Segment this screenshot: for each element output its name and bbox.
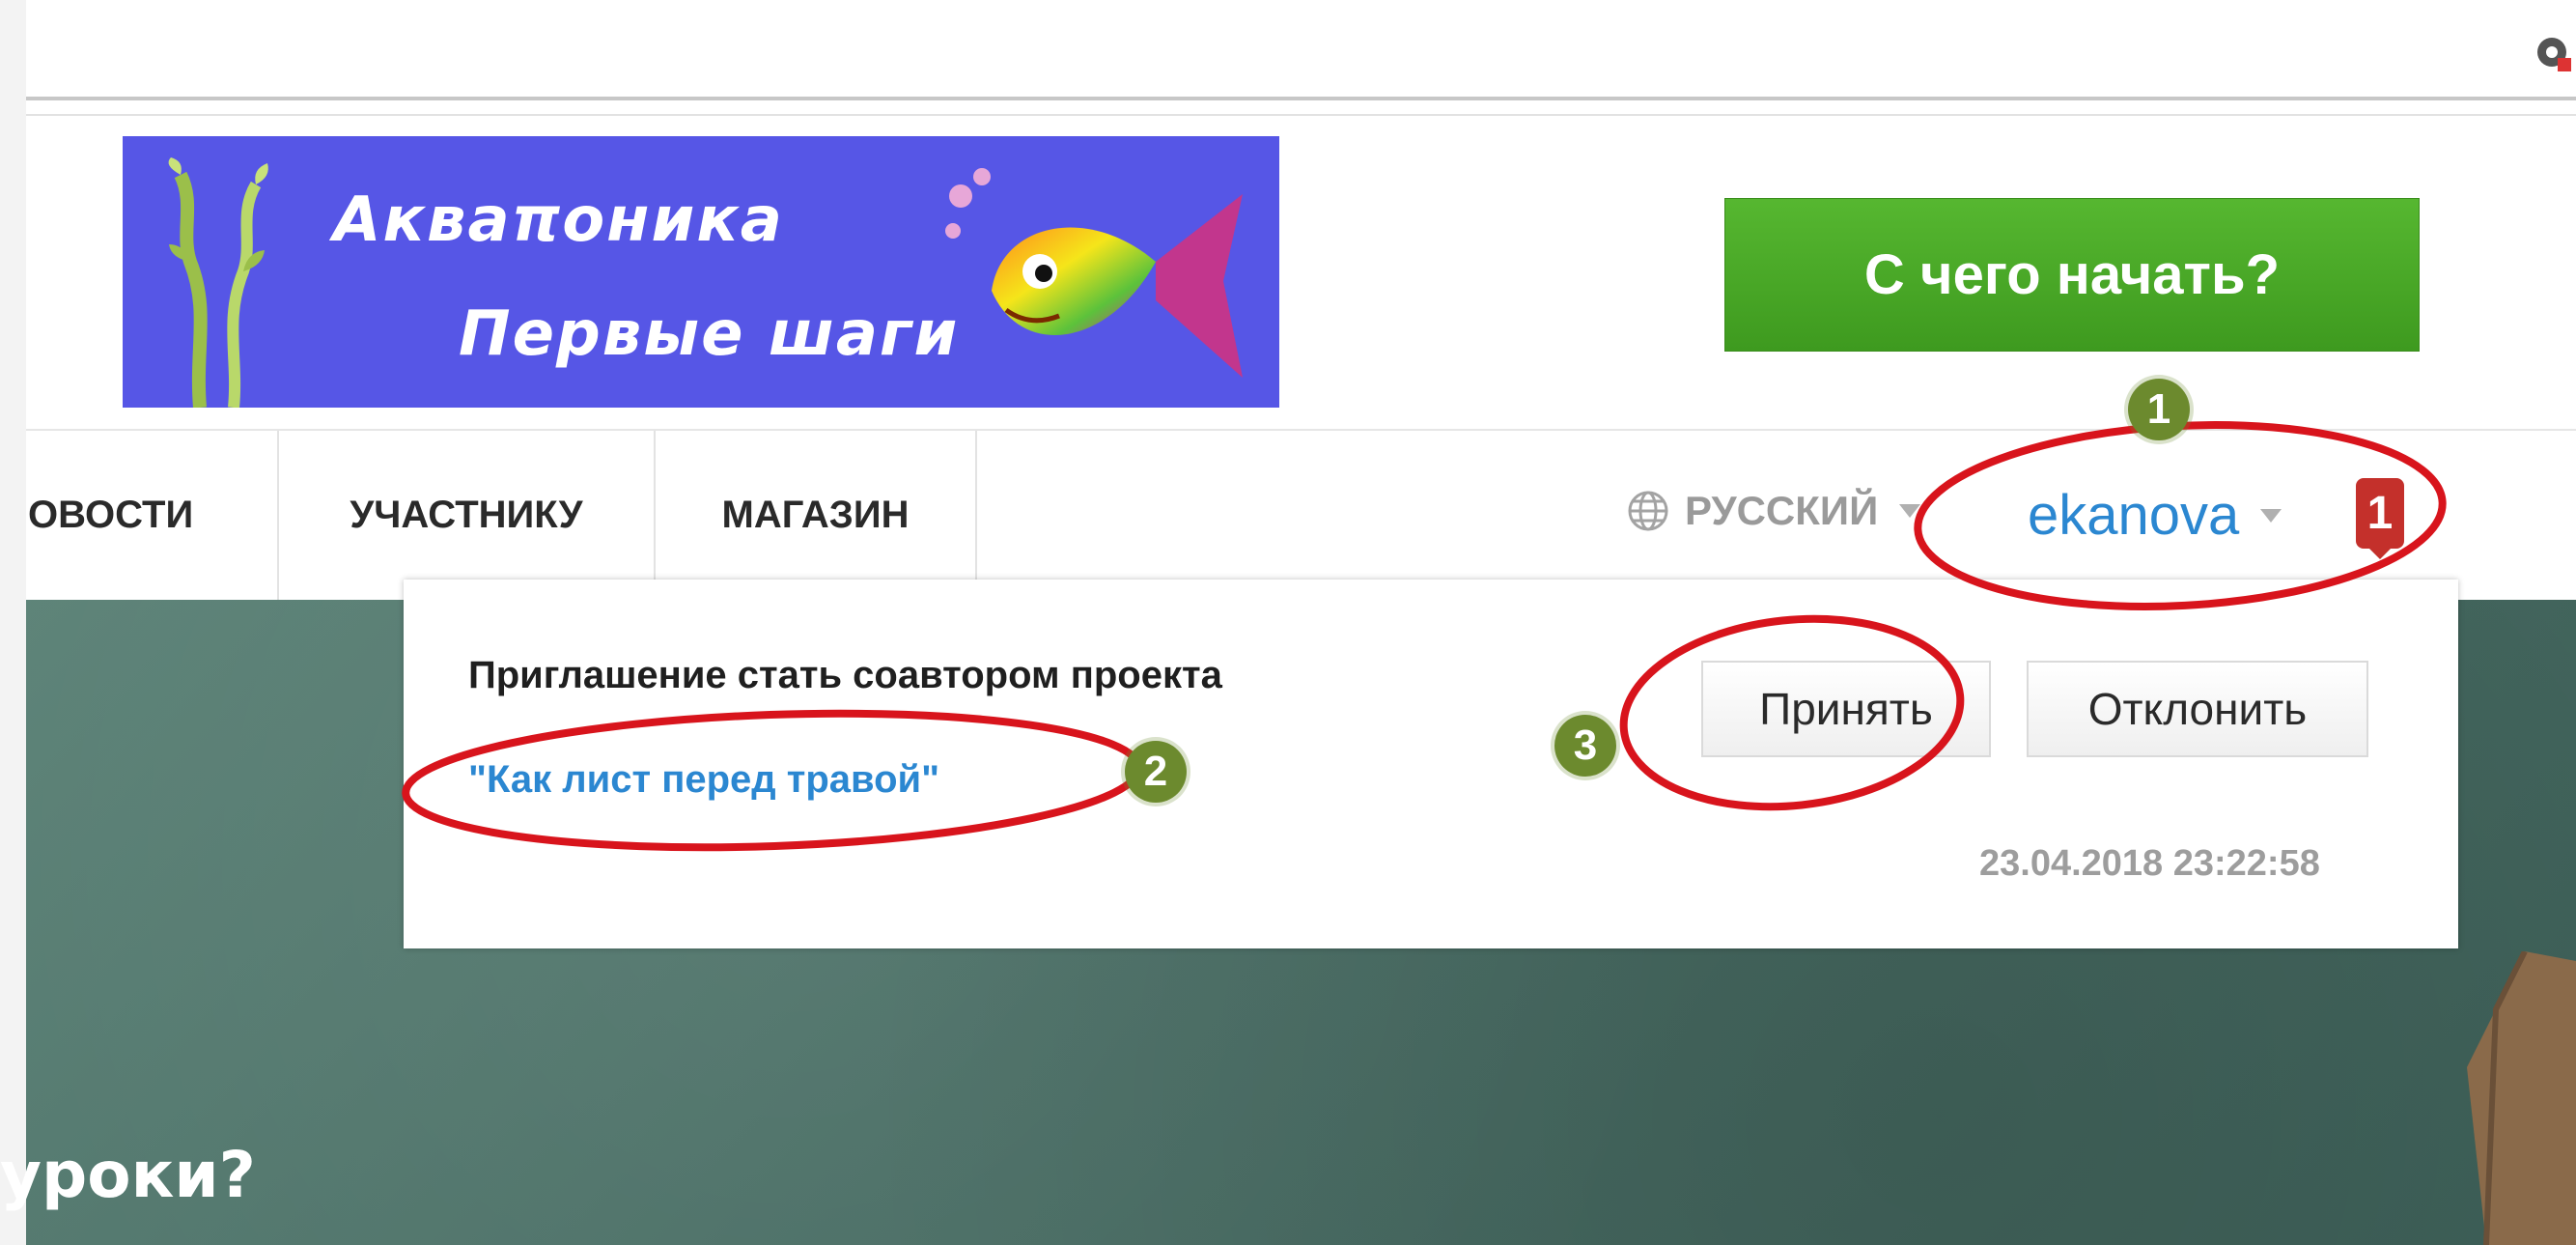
chevron-down-icon xyxy=(1899,504,1921,518)
extension-icon[interactable] xyxy=(2534,35,2573,73)
nav-item-label: УЧАСТНИКУ xyxy=(350,494,583,536)
seaweed-icon xyxy=(168,157,268,408)
start-here-button[interactable]: С чего начать? xyxy=(1724,198,2420,352)
nav-item-label: ОВОСТИ xyxy=(28,494,194,536)
toolbar-divider xyxy=(26,97,2576,100)
language-label: РУССКИЙ xyxy=(1685,488,1879,533)
toolbar-divider-light xyxy=(26,114,2576,116)
browser-gutter xyxy=(0,0,26,1245)
user-menu[interactable]: ekanova xyxy=(2028,483,2282,548)
notification-timestamp: 23.04.2018 23:22:58 xyxy=(1979,843,2320,884)
annotation-marker-1: 1 xyxy=(2128,379,2190,440)
notification-badge-tail xyxy=(2367,547,2393,559)
nav-item-shop[interactable]: МАГАЗИН xyxy=(656,431,977,600)
globe-icon xyxy=(1628,491,1668,531)
username: ekanova xyxy=(2028,484,2240,547)
language-selector[interactable]: РУССКИЙ xyxy=(1627,488,1921,534)
chevron-down-icon xyxy=(2260,508,2282,523)
nav-item-participant[interactable]: УЧАСТНИКУ xyxy=(279,431,656,600)
decline-button[interactable]: Отклонить xyxy=(2027,661,2368,757)
banner-title-line1: Акваποника xyxy=(333,184,784,256)
banner-title-line2: Первые шаги xyxy=(459,298,960,370)
project-link[interactable]: "Как лист перед травой" xyxy=(468,758,939,802)
fish-icon xyxy=(945,168,1243,378)
accept-button[interactable]: Принять xyxy=(1701,661,1991,757)
notification-badge[interactable]: 1 xyxy=(2356,478,2404,549)
nav-item-news[interactable]: ОВОСТИ xyxy=(26,431,279,600)
nav-item-label: МАГАЗИН xyxy=(721,494,910,536)
annotation-marker-2: 2 xyxy=(1125,741,1187,803)
site-logo-banner[interactable]: Акваποника Первые шаги xyxy=(123,136,1279,408)
annotation-marker-3: 3 xyxy=(1554,715,1616,777)
invitation-title: Приглашение стать соавтором проекта xyxy=(468,654,1222,696)
paper-bag-image xyxy=(2467,951,2576,1245)
hero-heading: уроки? xyxy=(0,1138,256,1212)
